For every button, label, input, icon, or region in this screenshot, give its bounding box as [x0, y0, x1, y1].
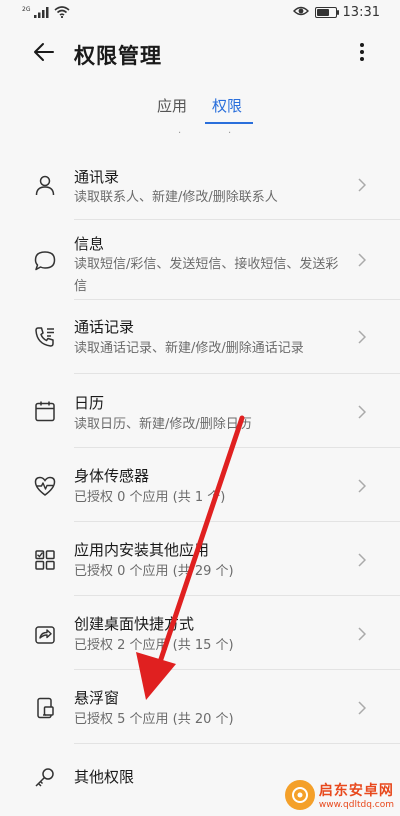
- message-bubble-icon: [32, 248, 58, 274]
- permission-item-shortcuts[interactable]: 创建桌面快捷方式 已授权 2 个应用 (共 15 个): [0, 596, 400, 670]
- tab-page-dot: ·: [178, 128, 182, 139]
- network-type-label: 2G: [22, 6, 31, 13]
- permission-title: 通话记录: [74, 318, 135, 336]
- tab-apps[interactable]: 应用: [157, 95, 187, 123]
- permission-title: 日历: [74, 394, 105, 412]
- tab-permissions[interactable]: 权限: [212, 95, 242, 123]
- permission-desc: 已授权 2 个应用 (共 15 个): [74, 638, 234, 653]
- phone-log-icon: [32, 324, 58, 350]
- shortcut-icon: [32, 621, 58, 647]
- permission-desc: 读取通话记录、新建/修改/删除通话记录: [74, 341, 304, 356]
- watermark: 启东安卓网 www.qdltdq.com: [284, 780, 394, 810]
- heart-rate-icon: [32, 473, 58, 499]
- eye-comfort-icon: [292, 5, 309, 20]
- permission-title: 创建桌面快捷方式: [74, 615, 195, 633]
- active-tab-indicator: [205, 122, 253, 124]
- permission-title: 身体传感器: [74, 467, 150, 485]
- arrow-left-icon: [33, 41, 55, 67]
- permission-title: 其他权限: [74, 768, 135, 786]
- watermark-name: 启东安卓网: [318, 783, 394, 799]
- permission-desc: 读取短信/彩信、发送短信、接收短信、发送彩信: [74, 257, 339, 294]
- chevron-right-icon: [356, 176, 368, 194]
- chevron-right-icon: [356, 251, 368, 269]
- key-icon: [32, 765, 58, 791]
- chevron-right-icon: [356, 328, 368, 346]
- permission-item-contacts[interactable]: 通讯录 读取联系人、新建/修改/删除联系人: [0, 152, 400, 220]
- permission-item-messages[interactable]: 信息 读取短信/彩信、发送短信、接收短信、发送彩信: [0, 220, 400, 300]
- permission-item-install-apps[interactable]: 应用内安装其他应用 已授权 0 个应用 (共 29 个): [0, 522, 400, 596]
- permission-item-floating-window[interactable]: 悬浮窗 已授权 5 个应用 (共 20 个): [0, 670, 400, 744]
- tab-bar: 应用 权限: [0, 95, 400, 125]
- permission-title: 应用内安装其他应用: [74, 541, 210, 559]
- signal-icon: [34, 6, 50, 21]
- chevron-right-icon: [356, 625, 368, 643]
- site-logo-icon: [284, 780, 315, 810]
- back-button[interactable]: [30, 40, 58, 68]
- battery-fill: [316, 9, 329, 16]
- permission-desc: 读取联系人、新建/修改/删除联系人: [74, 190, 278, 205]
- permission-item-body-sensors[interactable]: 身体传感器 已授权 0 个应用 (共 1 个): [0, 448, 400, 522]
- status-right: 13:31: [292, 5, 380, 20]
- permission-title: 通讯录: [74, 168, 120, 186]
- status-left: 2G: [22, 6, 70, 21]
- chevron-right-icon: [356, 551, 368, 569]
- permission-title: 悬浮窗: [74, 689, 120, 707]
- battery-icon: [314, 7, 339, 18]
- permission-desc: 已授权 5 个应用 (共 20 个): [74, 712, 234, 727]
- app-bar: 权限管理: [0, 26, 400, 82]
- floating-window-icon: [32, 695, 58, 721]
- permission-title: 信息: [74, 235, 105, 253]
- app-grid-icon: [32, 547, 58, 573]
- more-vertical-icon: [359, 42, 365, 66]
- watermark-url: www.qdltdq.com: [318, 800, 394, 810]
- status-bar: 2G 13:31: [0, 0, 400, 26]
- more-options-button[interactable]: [352, 40, 372, 68]
- status-time: 13:31: [342, 5, 380, 20]
- wifi-icon: [54, 6, 70, 21]
- permission-item-call-log[interactable]: 通话记录 读取通话记录、新建/修改/删除通话记录: [0, 300, 400, 374]
- watermark-text: 启东安卓网 www.qdltdq.com: [319, 780, 394, 810]
- tab-page-dot: ·: [228, 128, 232, 139]
- chevron-right-icon: [356, 699, 368, 717]
- calendar-icon: [32, 398, 58, 424]
- permission-desc: 已授权 0 个应用 (共 29 个): [74, 564, 234, 579]
- page-title: 权限管理: [74, 44, 162, 68]
- permission-desc: 已授权 0 个应用 (共 1 个): [74, 490, 226, 505]
- permission-item-calendar[interactable]: 日历 读取日历、新建/修改/删除日历: [0, 374, 400, 448]
- person-icon: [32, 172, 58, 198]
- permission-desc: 读取日历、新建/修改/删除日历: [74, 417, 252, 432]
- chevron-right-icon: [356, 477, 368, 495]
- chevron-right-icon: [356, 403, 368, 421]
